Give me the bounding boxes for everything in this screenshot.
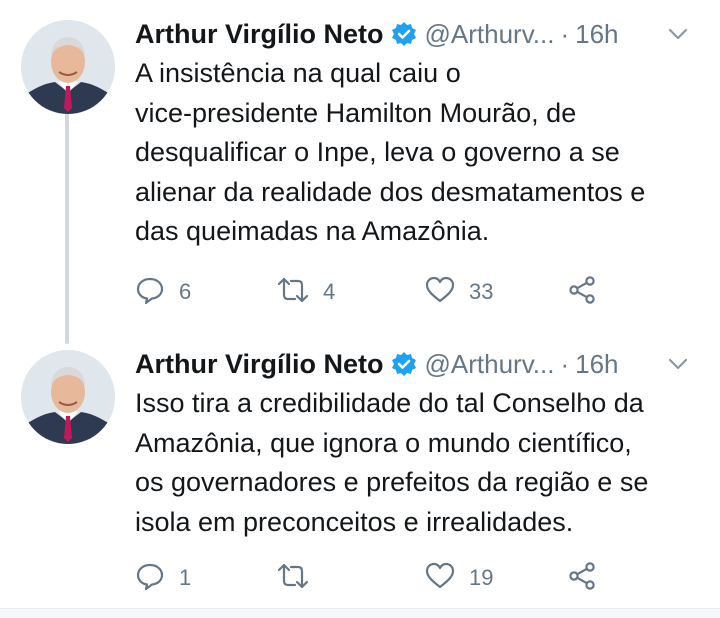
reply-count: 1 — [179, 565, 192, 590]
reply-count: 6 — [179, 279, 192, 304]
avatar[interactable] — [21, 350, 115, 444]
retweet-icon — [277, 561, 309, 596]
share-icon — [567, 275, 597, 310]
reply-icon — [135, 275, 165, 310]
tweet-actions: 6 4 33 — [135, 275, 615, 310]
share-icon — [567, 561, 597, 596]
reply-button[interactable]: 1 — [135, 562, 191, 594]
share-button[interactable] — [567, 561, 597, 596]
tweet-text-line: os governadores e prefeitos da região e … — [135, 467, 649, 497]
divider — [0, 608, 720, 618]
chevron-down-icon[interactable] — [666, 352, 690, 376]
avatar[interactable] — [21, 20, 115, 114]
heart-icon — [425, 561, 455, 596]
retweet-icon — [277, 275, 309, 310]
reply-icon — [135, 561, 165, 596]
timestamp[interactable]: 16h — [575, 19, 618, 50]
display-name[interactable]: Arthur Virgílio Neto — [135, 19, 384, 50]
timestamp[interactable]: 16h — [575, 349, 618, 380]
tweet-header: Arthur Virgílio Neto @Arthurv... · 16h — [135, 16, 710, 52]
display-name[interactable]: Arthur Virgílio Neto — [135, 349, 384, 380]
like-button[interactable]: 19 — [425, 562, 493, 594]
user-handle[interactable]: @Arthurv... — [425, 19, 555, 50]
retweet-count: 4 — [323, 279, 336, 304]
share-button[interactable] — [567, 275, 597, 310]
tweet-text-line: A insistência na qual caiu o — [135, 58, 461, 88]
retweet-button[interactable]: 4 — [277, 276, 335, 308]
tweet-thread: Arthur Virgílio Neto @Arthurv... · 16h A… — [0, 0, 720, 618]
tweet-text: A insistência na qual caiu o vice-presid… — [135, 54, 710, 252]
separator-dot: · — [560, 18, 570, 49]
tweet-text-line: vice-presidente Hamilton Mourão, de — [135, 97, 577, 128]
retweet-button[interactable] — [277, 562, 323, 594]
like-button[interactable]: 33 — [425, 276, 493, 308]
chevron-down-icon[interactable] — [666, 22, 690, 46]
tweet-text-line: Isso tira a credibilidade do tal Conselh… — [135, 388, 644, 418]
tweet-text-line: Amazônia, que ignora o mundo científico, — [135, 427, 632, 458]
heart-icon — [425, 275, 455, 310]
like-count: 33 — [469, 279, 494, 304]
tweet-text: Isso tira a credibilidade do tal Conselh… — [135, 384, 710, 542]
tweet-text-line: alienar da realidade dos desmatamentos e — [135, 176, 646, 207]
tweet[interactable]: Arthur Virgílio Neto @Arthurv... · 16h I… — [0, 330, 720, 610]
separator-dot: · — [560, 348, 570, 379]
verified-badge-icon — [391, 351, 417, 377]
tweet-header: Arthur Virgílio Neto @Arthurv... · 16h — [135, 346, 710, 382]
tweet-actions: 1 19 — [135, 561, 615, 596]
verified-badge-icon — [391, 21, 417, 47]
reply-button[interactable]: 6 — [135, 276, 191, 308]
tweet-text-line: desqualificar o Inpe, leva o governo a s… — [135, 137, 620, 167]
user-handle[interactable]: @Arthurv... — [425, 349, 555, 380]
like-count: 19 — [469, 565, 494, 590]
tweet-text-line: isola em preconceitos e irrealidades. — [135, 506, 574, 537]
tweet[interactable]: Arthur Virgílio Neto @Arthurv... · 16h A… — [0, 0, 720, 320]
tweet-text-line: das queimadas na Amazônia. — [135, 216, 490, 246]
